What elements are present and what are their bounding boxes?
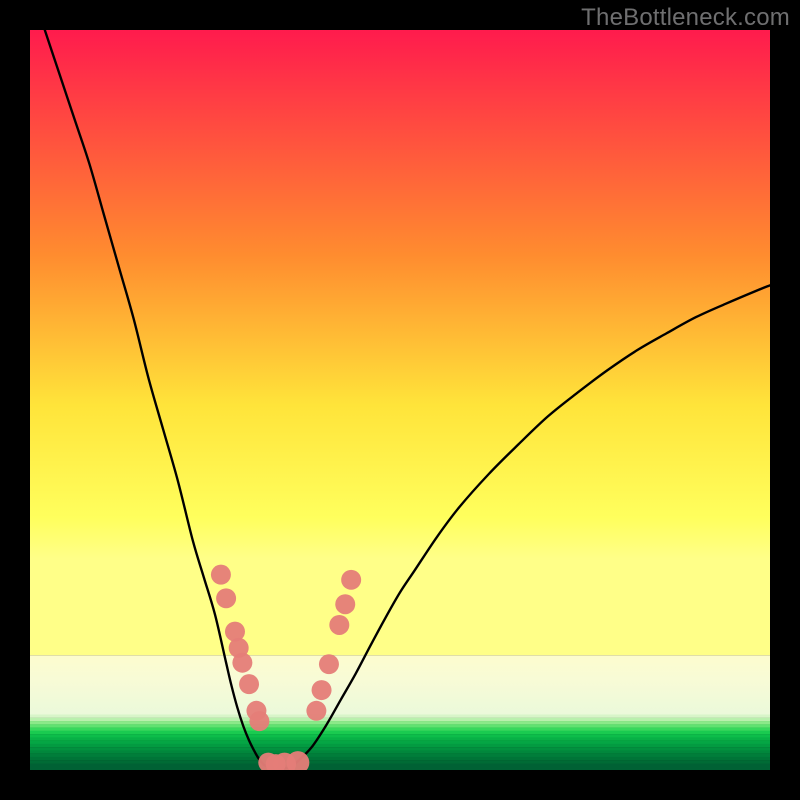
marker-dot [249, 711, 269, 731]
marker-dot [319, 654, 339, 674]
marker-dot [239, 674, 259, 694]
marker-dot [232, 653, 252, 673]
marker-dot [216, 588, 236, 608]
marker-dot [329, 615, 349, 635]
marker-dot [335, 594, 355, 614]
marker-dot [312, 680, 332, 700]
marker-dot [306, 701, 326, 721]
watermark-label: TheBottleneck.com [581, 4, 790, 32]
marker-dot [341, 570, 361, 590]
bottleneck-chart [30, 30, 770, 770]
marker-dot [211, 565, 231, 585]
